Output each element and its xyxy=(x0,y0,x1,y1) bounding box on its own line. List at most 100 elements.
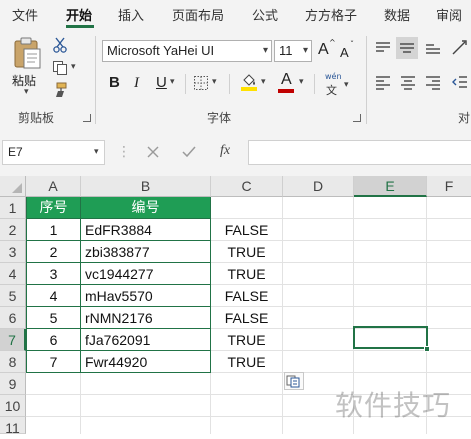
bottom-align-icon[interactable] xyxy=(424,40,442,56)
format-painter-icon[interactable] xyxy=(52,82,68,98)
table-border xyxy=(26,218,211,219)
cell-a4[interactable]: 3 xyxy=(27,263,80,285)
name-box[interactable]: E7 ▾ xyxy=(2,140,105,165)
cell-c6[interactable]: FALSE xyxy=(211,307,282,329)
font-size-value: 11 xyxy=(279,43,293,58)
align-right-icon[interactable] xyxy=(424,74,442,90)
paste-options-button[interactable] xyxy=(284,372,304,390)
tab-insert[interactable]: 插入 xyxy=(118,5,144,24)
row-header-6[interactable]: 6 xyxy=(0,307,26,329)
chevron-down-icon[interactable]: ▾ xyxy=(94,146,99,157)
decrease-font-size-button[interactable]: A xyxy=(340,44,349,62)
cut-icon[interactable] xyxy=(52,36,68,54)
active-cell-e7[interactable] xyxy=(353,326,428,349)
font-color-button[interactable]: A xyxy=(281,71,292,89)
bold-button[interactable]: B xyxy=(109,74,120,92)
row-header-11[interactable]: 11 xyxy=(0,417,26,436)
row-header-8[interactable]: 8 xyxy=(0,351,26,373)
clipboard-icon xyxy=(14,37,41,69)
tab-review[interactable]: 审阅 xyxy=(436,5,462,24)
font-color-dropdown-icon[interactable]: ▾ xyxy=(299,77,304,87)
row-header-7[interactable]: 7 xyxy=(0,329,26,351)
phonetic-guide-button[interactable]: 文 xyxy=(326,82,337,98)
font-name-select[interactable]: Microsoft YaHei UI ▾ xyxy=(102,40,272,62)
tab-fangfang[interactable]: 方方格子 xyxy=(305,5,357,24)
cell-a6[interactable]: 5 xyxy=(27,307,80,329)
column-header-a[interactable]: A xyxy=(26,176,81,197)
row-header-1[interactable]: 1 xyxy=(0,197,26,219)
formula-input[interactable] xyxy=(248,140,471,165)
phonetic-dropdown-icon[interactable]: ▾ xyxy=(344,80,349,90)
clipboard-launcher-icon[interactable] xyxy=(83,114,91,122)
row-header-3[interactable]: 3 xyxy=(0,241,26,263)
row-header-4[interactable]: 4 xyxy=(0,263,26,285)
table-border xyxy=(26,197,27,373)
cell-c2[interactable]: FALSE xyxy=(211,219,282,241)
copy-icon[interactable] xyxy=(52,60,68,76)
cell-c4[interactable]: TRUE xyxy=(211,263,282,285)
cell-c7[interactable]: TRUE xyxy=(211,329,282,351)
row-header-5[interactable]: 5 xyxy=(0,285,26,307)
cell-a3[interactable]: 2 xyxy=(27,241,80,263)
align-left-icon[interactable] xyxy=(374,74,392,90)
paste-dropdown-icon[interactable]: ▾ xyxy=(24,87,29,97)
tab-file[interactable]: 文件 xyxy=(12,5,38,24)
insert-function-button[interactable]: fx xyxy=(220,143,230,159)
top-align-icon[interactable] xyxy=(374,40,392,56)
header-cell-code[interactable]: 编号 xyxy=(81,197,210,219)
borders-icon[interactable] xyxy=(193,75,209,91)
cell-b2[interactable]: EdFR3884 xyxy=(85,219,209,241)
table-border xyxy=(26,262,211,263)
row-header-9[interactable]: 9 xyxy=(0,373,26,395)
row-header-2[interactable]: 2 xyxy=(0,219,26,241)
underline-dropdown-icon[interactable]: ▾ xyxy=(170,77,175,87)
cancel-icon[interactable] xyxy=(146,145,160,159)
chevron-down-icon: ▾ xyxy=(262,45,268,56)
cell-c5[interactable]: FALSE xyxy=(211,285,282,307)
align-center-icon[interactable] xyxy=(399,74,417,90)
cell-c8[interactable]: TRUE xyxy=(211,351,282,373)
tab-formulas[interactable]: 公式 xyxy=(252,5,278,24)
cell-b8[interactable]: Fwr44920 xyxy=(85,351,209,373)
cell-c3[interactable]: TRUE xyxy=(211,241,282,263)
cell-a8[interactable]: 7 xyxy=(27,351,80,373)
column-header-c[interactable]: C xyxy=(211,176,283,197)
fill-color-icon[interactable] xyxy=(240,72,258,92)
watermark: 软件技巧 xyxy=(335,389,452,422)
column-header-e[interactable]: E xyxy=(354,176,427,197)
fill-color-dropdown-icon[interactable]: ▾ xyxy=(261,77,266,87)
cell-b3[interactable]: zbi383877 xyxy=(85,241,209,263)
column-header-d[interactable]: D xyxy=(283,176,354,197)
drag-handle-icon[interactable]: ⋮ xyxy=(117,144,131,160)
column-header-f[interactable]: F xyxy=(427,176,471,197)
select-all-button[interactable] xyxy=(0,176,26,197)
decrease-indent-icon[interactable] xyxy=(451,74,469,90)
orientation-icon[interactable] xyxy=(450,38,470,58)
tab-home[interactable]: 开始 xyxy=(66,5,92,24)
font-launcher-icon[interactable] xyxy=(353,114,361,122)
cell-b5[interactable]: mHav5570 xyxy=(85,285,209,307)
tab-page-layout[interactable]: 页面布局 xyxy=(172,5,224,24)
enter-icon[interactable] xyxy=(181,145,197,159)
copy-dropdown-icon[interactable]: ▾ xyxy=(71,62,76,72)
cell-a5[interactable]: 4 xyxy=(27,285,80,307)
header-cell-number[interactable]: 序号 xyxy=(27,197,80,219)
table-border xyxy=(26,328,211,329)
increase-font-size-button[interactable]: A xyxy=(318,41,329,59)
cell-b7[interactable]: fJa762091 xyxy=(85,329,209,351)
cell-b4[interactable]: vc1944277 xyxy=(85,263,209,285)
tab-data[interactable]: 数据 xyxy=(384,5,410,24)
cell-a2[interactable]: 1 xyxy=(27,219,80,241)
underline-button[interactable]: U xyxy=(156,74,167,92)
column-header-b[interactable]: B xyxy=(81,176,211,197)
paste-button[interactable]: 粘贴 ▾ xyxy=(10,36,44,97)
font-size-select[interactable]: 11 ▾ xyxy=(274,40,312,62)
cell-a7[interactable]: 6 xyxy=(27,329,80,351)
middle-align-button[interactable] xyxy=(396,37,418,59)
row-header-10[interactable]: 10 xyxy=(0,395,26,417)
italic-button[interactable]: I xyxy=(134,74,139,92)
borders-dropdown-icon[interactable]: ▾ xyxy=(212,77,217,87)
cell-b6[interactable]: rNMN2176 xyxy=(85,307,209,329)
fill-handle[interactable] xyxy=(424,346,430,352)
menu-bar: 文件 开始 插入 页面布局 公式 方方格子 数据 审阅 xyxy=(0,0,471,30)
